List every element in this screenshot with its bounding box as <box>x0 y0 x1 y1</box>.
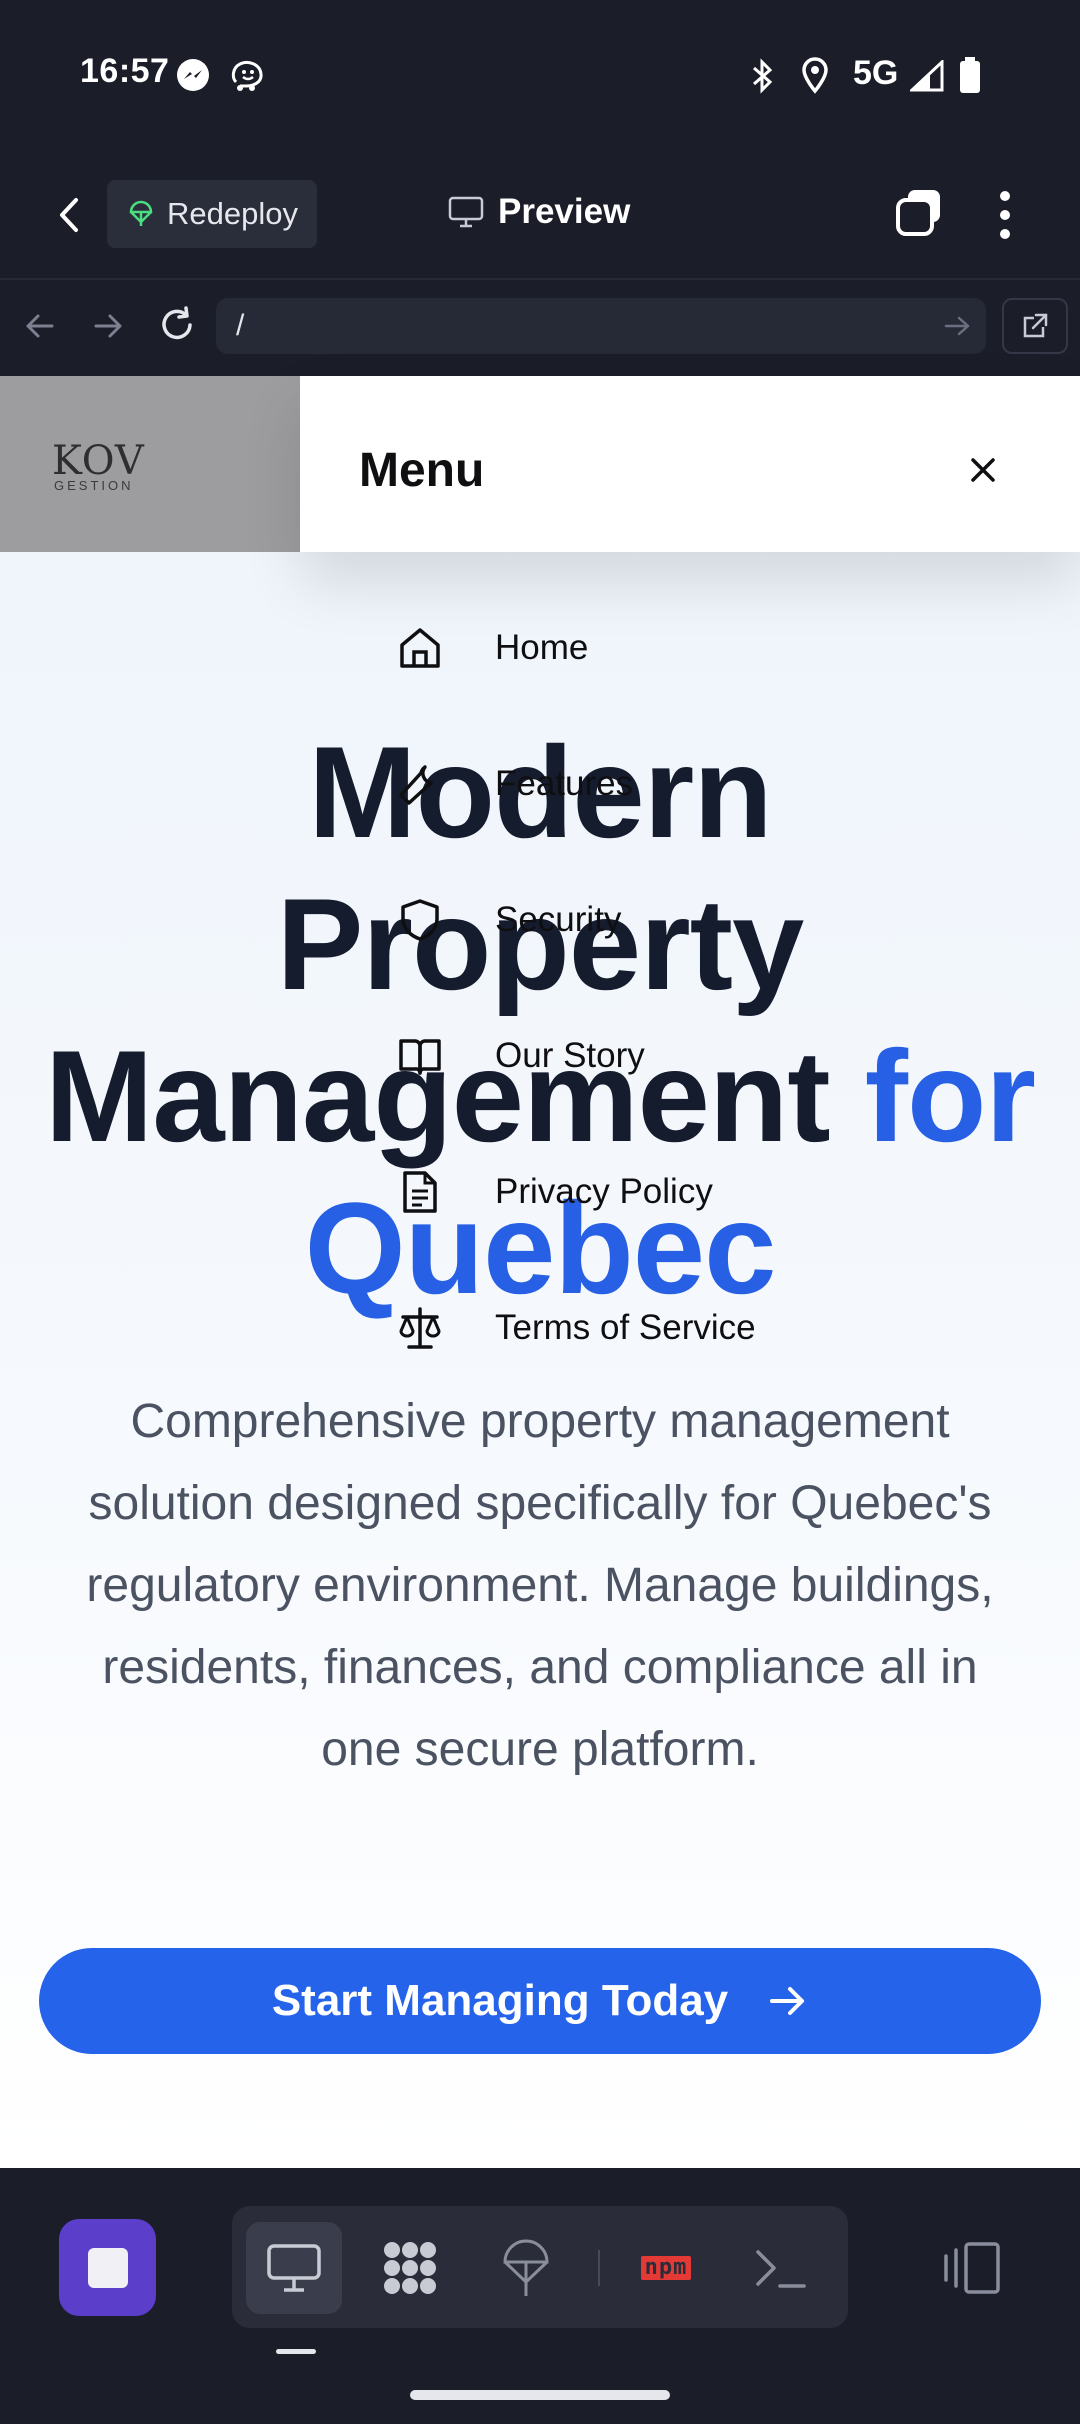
wrench-icon <box>399 765 433 805</box>
npm-label: npm <box>644 2255 688 2280</box>
active-tab-indicator <box>276 2349 316 2354</box>
hero-title-accent1: for <box>864 1023 1036 1169</box>
integrations-tool-icon <box>384 2242 436 2294</box>
battery-icon <box>960 57 980 93</box>
npm-tool-icon: npm <box>640 2255 692 2280</box>
menu-item-home[interactable]: Home <box>395 616 588 680</box>
preview-tool-icon <box>267 2244 321 2292</box>
integrations-tool-button[interactable] <box>362 2222 458 2314</box>
deploy-icon <box>129 200 153 226</box>
shield-icon <box>401 899 439 941</box>
nav-back-icon[interactable] <box>22 308 58 344</box>
home-icon <box>400 628 440 668</box>
hero-description: Comprehensive property management soluti… <box>86 1395 994 1776</box>
menu-item-label: Home <box>495 628 589 667</box>
arrow-right-icon <box>770 1987 805 2015</box>
status-time: 16:57 <box>80 52 170 90</box>
menu-title: Menu <box>359 444 485 497</box>
close-icon[interactable] <box>963 450 1003 490</box>
menu-backdrop[interactable] <box>0 376 300 552</box>
menu-item-label: Security <box>495 900 622 939</box>
menu-item-terms-of-service[interactable]: Terms of Service <box>395 1296 756 1360</box>
redeploy-button[interactable]: Redeploy <box>107 180 317 248</box>
stop-icon <box>87 2247 128 2288</box>
tabs-icon[interactable] <box>894 186 944 240</box>
menu-item-our-story[interactable]: Our Story <box>395 1024 645 1088</box>
nav-forward-icon[interactable] <box>90 308 126 344</box>
terminal-tool-button[interactable] <box>732 2222 828 2314</box>
bluetooth-icon <box>753 58 773 94</box>
deploy-tool-button[interactable] <box>478 2222 574 2314</box>
menu-item-label: Features <box>495 764 634 803</box>
stop-button[interactable] <box>59 2219 156 2316</box>
signal-icon <box>910 60 944 92</box>
open-external-icon <box>1023 313 1048 338</box>
messenger-icon <box>177 59 209 91</box>
app-bar-divider <box>0 278 1080 280</box>
scale-icon <box>399 1307 441 1349</box>
home-indicator[interactable] <box>410 2390 670 2400</box>
url-bar[interactable]: / <box>216 298 986 354</box>
location-icon <box>802 57 828 94</box>
document-icon <box>403 1171 437 1213</box>
npm-tool-button[interactable]: npm <box>618 2222 714 2314</box>
back-icon[interactable] <box>40 180 100 250</box>
tool-separator <box>598 2250 600 2286</box>
preview-title: Preview <box>448 192 630 232</box>
terminal-tool-icon <box>756 2250 806 2288</box>
open-external-button[interactable] <box>1002 298 1068 354</box>
network-type: 5G <box>853 54 899 92</box>
menu-item-security[interactable]: Security <box>395 888 621 952</box>
cta-label: Start Managing Today <box>271 1976 729 2025</box>
waze-icon <box>231 60 263 91</box>
menu-item-label: Our Story <box>495 1036 645 1075</box>
reload-icon[interactable] <box>156 304 198 346</box>
tool-group: npm <box>232 2206 848 2328</box>
menu-item-privacy-policy[interactable]: Privacy Policy <box>395 1160 713 1224</box>
start-managing-button[interactable]: Start Managing Today <box>39 1948 1041 2054</box>
preview-tool-button[interactable] <box>246 2222 342 2314</box>
url-text: / <box>236 309 245 342</box>
more-vertical-icon[interactable] <box>992 188 1018 242</box>
app-root: 16:57 5G Redeploy Preview / Modern Prope… <box>0 0 1080 2424</box>
layout-toggle-icon[interactable] <box>942 2240 1002 2296</box>
logo-sub: GESTION <box>54 478 134 493</box>
menu-item-features[interactable]: Features <box>395 752 633 816</box>
go-arrow-icon[interactable] <box>942 312 972 340</box>
menu-item-label: Privacy Policy <box>495 1172 713 1211</box>
monitor-icon <box>448 196 484 228</box>
preview-label: Preview <box>498 192 631 231</box>
deploy-tool-icon <box>503 2239 549 2296</box>
redeploy-label: Redeploy <box>167 196 298 231</box>
menu-item-label: Terms of Service <box>495 1308 756 1347</box>
book-icon <box>399 1039 441 1075</box>
